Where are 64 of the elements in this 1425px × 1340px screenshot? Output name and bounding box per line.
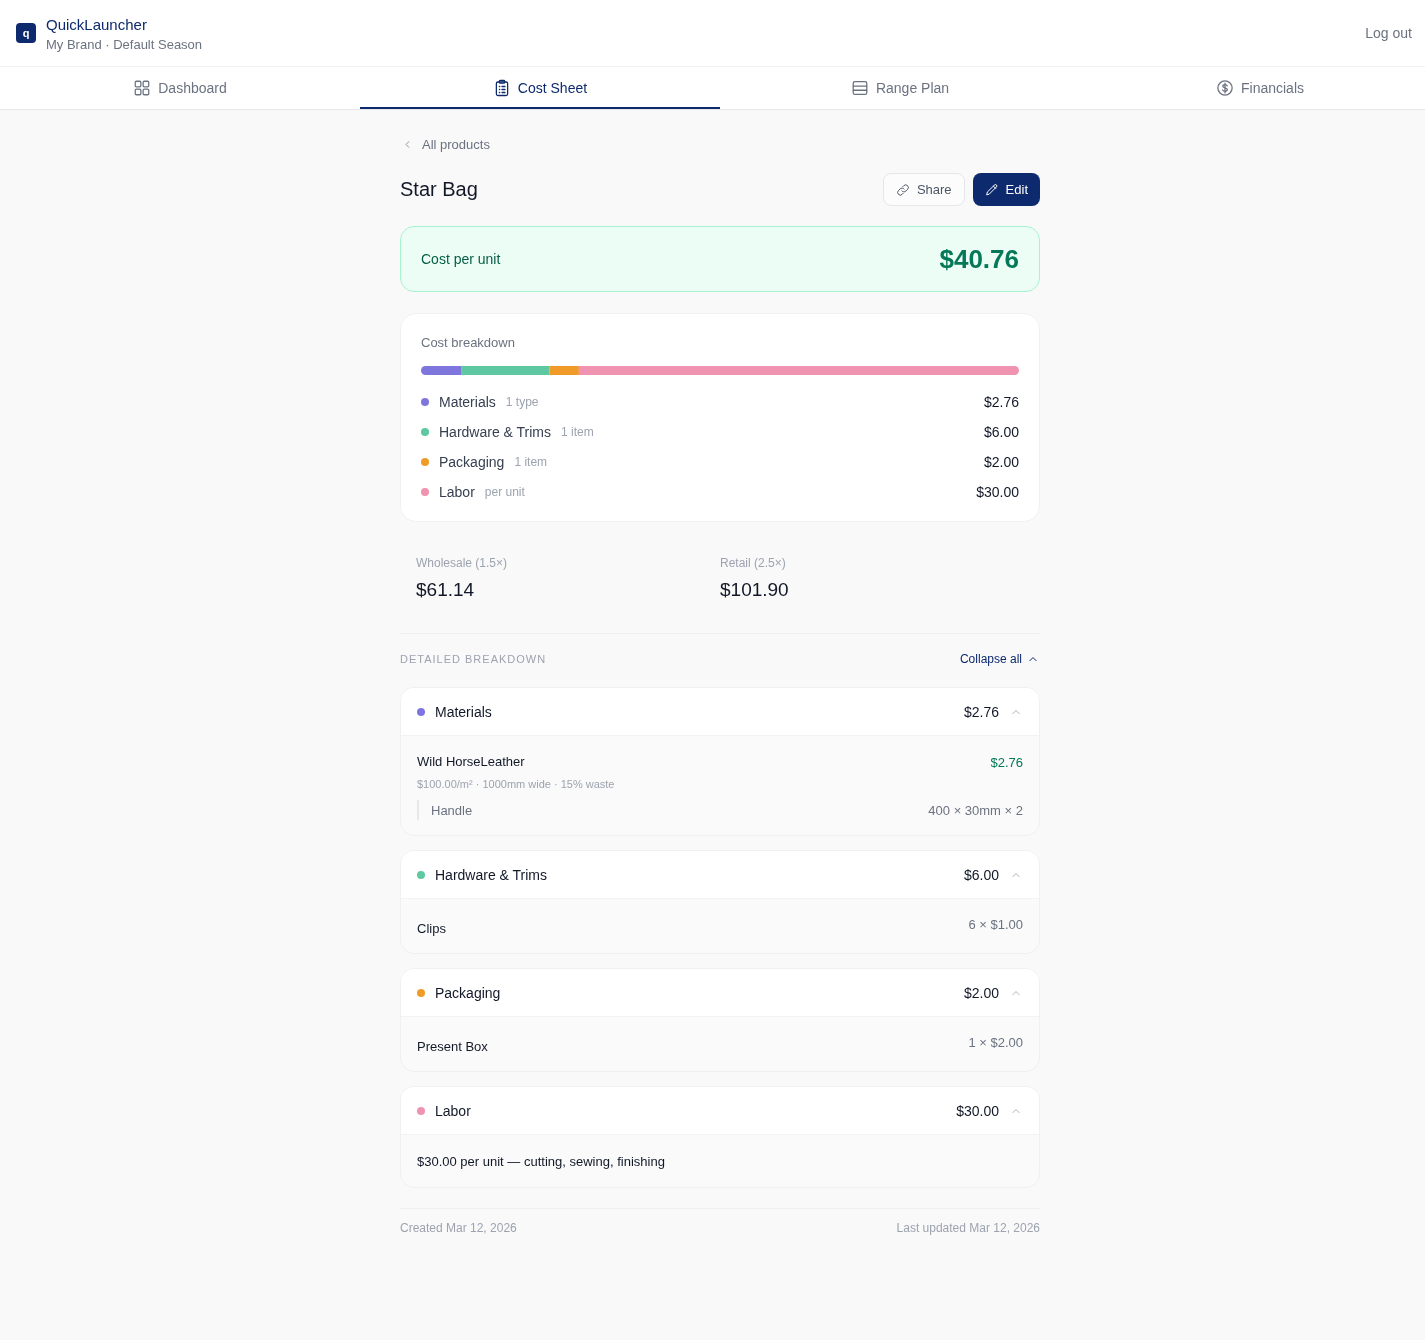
category-label: Materials bbox=[439, 394, 496, 410]
price-value: $101.90 bbox=[720, 579, 790, 601]
app-title: QuickLauncher bbox=[46, 15, 148, 34]
back-link[interactable]: All products bbox=[403, 136, 490, 152]
section-heading: DETAILED BREAKDOWN bbox=[400, 653, 547, 665]
item-name: Wild HorseLeather bbox=[417, 753, 525, 771]
usage-size: 400 × 30mm × 2 bbox=[928, 802, 1023, 818]
cost-label: Cost per unit bbox=[421, 251, 501, 267]
category-amount: $2.76 bbox=[983, 394, 1019, 410]
app-logo: q bbox=[16, 23, 36, 43]
grid-icon bbox=[133, 79, 152, 97]
usage-name: Handle bbox=[431, 802, 473, 818]
chevron-up-icon bbox=[1028, 654, 1038, 664]
nav-tab[interactable]: Financials bbox=[1080, 67, 1425, 109]
item-amount: $2.76 bbox=[990, 754, 1023, 770]
section-title: Labor bbox=[435, 1102, 471, 1119]
section-amount: $2.76 bbox=[963, 703, 999, 720]
nav-tab[interactable]: Cost Sheet bbox=[360, 67, 720, 109]
section-title: Hardware & Trims bbox=[435, 866, 548, 883]
item-name: Clips bbox=[417, 920, 446, 938]
created-date: Created Mar 12, 2026 bbox=[400, 1221, 517, 1235]
section-title: Packaging bbox=[435, 984, 501, 1001]
collapse-all-link[interactable]: Collapse all bbox=[959, 652, 1038, 666]
category-label: Hardware & Trims bbox=[439, 424, 552, 440]
category-label: Labor bbox=[439, 484, 475, 500]
section-header[interactable]: Hardware & Trims $6.00 bbox=[401, 851, 1039, 899]
dollar-icon bbox=[1216, 79, 1234, 97]
price-label: Wholesale (1.5×) bbox=[416, 555, 509, 571]
product-title: Star Bag bbox=[400, 178, 478, 201]
category-amount: $30.00 bbox=[976, 484, 1019, 500]
edit-button[interactable]: Edit bbox=[972, 173, 1040, 206]
section-amount: $2.00 bbox=[963, 984, 999, 1001]
item-spec: $100.00/m² · 1000mm wide · 15% waste bbox=[417, 777, 616, 791]
category-amount: $2.00 bbox=[983, 454, 1019, 470]
section-header[interactable]: Labor $30.00 bbox=[401, 1087, 1039, 1135]
link-icon bbox=[895, 182, 910, 197]
section-amount: $6.00 bbox=[963, 866, 999, 883]
price-label: Retail (2.5×) bbox=[720, 555, 787, 571]
chevron-left-icon bbox=[403, 138, 412, 150]
category-note: per unit bbox=[484, 485, 525, 499]
logout-link[interactable]: Log out bbox=[1365, 25, 1412, 41]
pencil-icon bbox=[984, 182, 999, 197]
labor-note: $30.00 per unit — cutting, sewing, finishing bbox=[417, 1153, 666, 1171]
nav-tab[interactable]: Range Plan bbox=[720, 67, 1080, 109]
section-amount: $30.00 bbox=[956, 1102, 999, 1119]
category-label: Packaging bbox=[439, 454, 505, 470]
nav-tab[interactable]: Dashboard bbox=[0, 67, 360, 109]
category-amount: $6.00 bbox=[983, 424, 1019, 440]
price-value: $61.14 bbox=[416, 579, 476, 601]
section-header[interactable]: Materials $2.76 bbox=[401, 688, 1039, 736]
table-icon bbox=[850, 79, 869, 97]
share-button[interactable]: Share bbox=[882, 173, 965, 206]
section-title: Materials bbox=[435, 703, 492, 720]
card-title: Cost breakdown bbox=[421, 335, 516, 351]
item-quantity: 6 × $1.00 bbox=[968, 916, 1023, 934]
category-note: 1 item bbox=[561, 425, 594, 439]
workspace-label: My Brand · Default Season bbox=[46, 36, 203, 53]
item-quantity: 1 × $2.00 bbox=[968, 1034, 1023, 1052]
cost-value: $40.76 bbox=[939, 243, 1019, 275]
item-name: Present Box bbox=[417, 1038, 488, 1056]
updated-date: Last updated Mar 12, 2026 bbox=[896, 1221, 1040, 1235]
category-note: 1 item bbox=[514, 455, 548, 469]
category-note: 1 type bbox=[505, 395, 539, 409]
section-header[interactable]: Packaging $2.00 bbox=[401, 969, 1039, 1017]
